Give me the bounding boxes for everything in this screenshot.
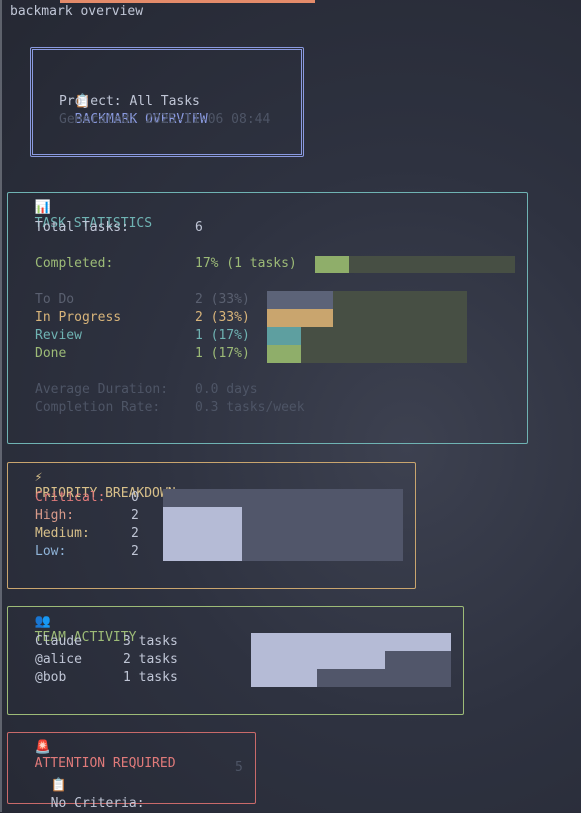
team-activity-bar <box>251 633 451 651</box>
status-progress-bar <box>267 345 467 363</box>
status-value: 1 (17%) <box>195 328 250 343</box>
avg-duration-label: Average Duration: <box>35 382 169 397</box>
team-activity-fill <box>251 651 385 669</box>
lightning-icon: ⚡ <box>34 470 43 485</box>
team-activity-bar <box>251 651 451 669</box>
status-progress-fill <box>267 309 333 327</box>
status-value: 1 (17%) <box>195 346 250 361</box>
status-progress-bar <box>267 309 467 327</box>
status-label: In Progress <box>35 310 122 325</box>
siren-icon: 🚨 <box>34 740 51 755</box>
avg-duration-value: 0.0 days <box>195 382 258 397</box>
priority-count: 2 <box>131 508 139 523</box>
priority-bar-chart <box>163 489 403 561</box>
priority-count: 2 <box>131 544 139 559</box>
priority-label: Medium: <box>35 526 90 541</box>
status-label: To Do <box>35 292 75 307</box>
status-label: Review <box>35 328 82 343</box>
completion-rate-value: 0.3 tasks/week <box>195 400 305 415</box>
priority-label: Low: <box>35 544 67 559</box>
total-tasks-label: Total Tasks: <box>35 220 129 235</box>
status-value: 2 (33%) <box>195 310 250 325</box>
clipboard-icon: 📋 <box>50 778 67 793</box>
no-criteria-value: 5 <box>235 760 243 775</box>
team-member-name: Claude <box>35 634 82 649</box>
priority-bar <box>163 543 242 561</box>
status-value: 2 (33%) <box>195 292 250 307</box>
generated-timestamp: Generated: 2025-11-06 08:44 <box>59 112 271 127</box>
status-progress-bar <box>267 327 467 345</box>
completed-progress-fill <box>315 256 349 273</box>
window-title: backmark overview <box>10 4 144 19</box>
completed-value: 17% (1 tasks) <box>195 256 297 271</box>
priority-count: 2 <box>131 526 139 541</box>
status-progress-fill <box>267 291 333 309</box>
project-label: Project: All Tasks <box>59 94 200 109</box>
completed-label: Completed: <box>35 256 114 271</box>
status-label: Done <box>35 346 67 361</box>
team-activity-fill <box>251 633 451 651</box>
team-member-name: @alice <box>35 652 82 667</box>
people-icon: 👥 <box>34 614 51 629</box>
team-member-tasks: 1 tasks <box>123 670 178 685</box>
team-member-name: @bob <box>35 670 67 685</box>
completed-progress-bar <box>315 256 515 273</box>
status-progress-bar <box>267 291 467 309</box>
priority-count: 0 <box>131 490 139 505</box>
total-tasks-value: 6 <box>195 220 203 235</box>
team-activity-bar <box>251 669 451 687</box>
priority-label: Critical: <box>35 490 106 505</box>
team-activity-fill <box>251 669 317 687</box>
no-criteria-row: 📋 No Criteria: <box>35 759 145 813</box>
bar-chart-icon: 📊 <box>34 200 51 215</box>
team-member-tasks: 3 tasks <box>123 634 178 649</box>
completion-rate-label: Completion Rate: <box>35 400 161 415</box>
priority-label: High: <box>35 508 75 523</box>
status-progress-fill <box>267 345 301 363</box>
window-edge <box>0 0 2 812</box>
priority-bar <box>163 507 242 525</box>
team-member-tasks: 2 tasks <box>123 652 178 667</box>
priority-bar <box>163 525 242 543</box>
status-progress-fill <box>267 327 301 345</box>
no-criteria-label: No Criteria: <box>50 796 145 811</box>
